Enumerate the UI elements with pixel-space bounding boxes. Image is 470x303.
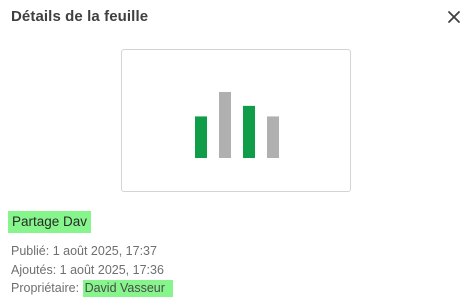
sheet-thumbnail [121,49,351,192]
sheet-details-panel: Détails de la feuille Partage Dav Publié… [0,0,470,303]
owner-label: Propriétaire: [11,281,83,295]
thumbnail-bar [267,116,279,158]
thumbnail-bar [243,105,255,158]
added-date: Ajoutés: 1 août 2025, 17:36 [11,263,164,277]
owner-name: David Vasseur [82,280,173,297]
close-icon [448,11,460,23]
thumbnail-bar [219,92,231,158]
owner-line: Propriétaire: David Vasseur [11,280,173,297]
sheet-name: Partage Dav [8,211,92,233]
bar-chart-thumbnail-icon [195,92,279,158]
thumbnail-bar [195,116,207,158]
close-button[interactable] [444,7,464,27]
panel-title: Détails de la feuille [11,8,149,25]
published-date: Publié: 1 août 2025, 17:37 [11,244,157,258]
